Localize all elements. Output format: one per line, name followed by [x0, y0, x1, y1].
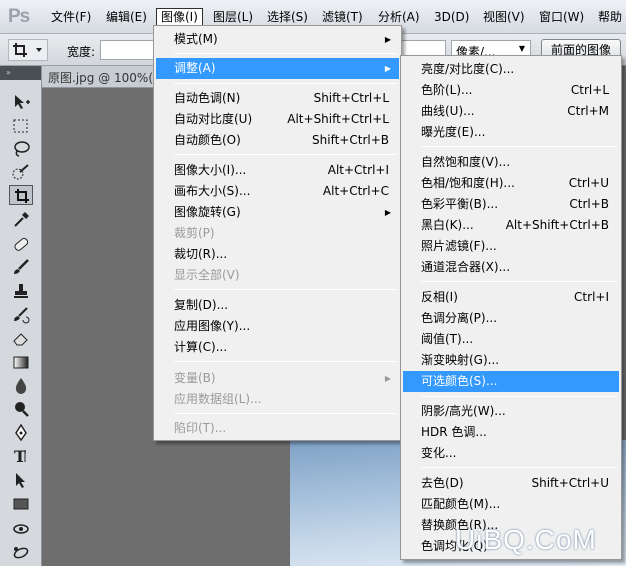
chevron-down-icon: ▼	[518, 44, 525, 53]
menu-separator	[174, 413, 397, 414]
gradient-tool-icon[interactable]	[9, 352, 33, 372]
image-menu-apply-image[interactable]: 应用图像(Y)...	[156, 316, 399, 337]
menu-separator	[174, 361, 397, 362]
image-menu-trap: 陷印(T)...	[174, 421, 227, 435]
adjust-selective-color[interactable]: 可选颜色(S)...	[403, 371, 619, 392]
menu-select[interactable]: 选择(S)	[263, 8, 312, 26]
document-tab[interactable]: 原图.jpg @ 100%(R	[48, 69, 161, 86]
pen-tool-icon[interactable]	[9, 423, 33, 443]
image-menu-auto-contrast[interactable]: 自动对比度(U) Alt+Shift+Ctrl+L	[156, 109, 399, 130]
move-tool-icon[interactable]	[9, 92, 33, 112]
3d-rotate-tool-icon[interactable]	[9, 519, 33, 539]
tool-panel: » T	[0, 66, 42, 566]
menu-file[interactable]: 文件(F)	[47, 8, 95, 26]
image-menu-apply-data-set: 应用数据组(L)...	[174, 392, 262, 406]
shape-tool-icon[interactable]	[9, 494, 33, 514]
healing-brush-tool-icon[interactable]	[9, 234, 33, 254]
3d-orbit-tool-icon[interactable]	[9, 542, 33, 562]
adjust-color-balance[interactable]: 色彩平衡(B)... Ctrl+B	[403, 194, 619, 215]
adjust-black-white[interactable]: 黑白(K)... Alt+Shift+Ctrl+B	[403, 215, 619, 236]
crop-tool-icon[interactable]	[9, 185, 33, 205]
menu-separator	[421, 146, 617, 147]
menu-layer[interactable]: 图层(L)	[209, 8, 257, 26]
menu-separator	[174, 53, 397, 54]
menu-separator	[421, 281, 617, 282]
quick-select-tool-icon[interactable]	[9, 162, 33, 182]
photoshop-logo: Ps	[8, 6, 30, 27]
adjust-gradient-map[interactable]: 渐变映射(G)...	[403, 350, 619, 371]
menu-window[interactable]: 窗口(W)	[535, 8, 588, 26]
clone-stamp-tool-icon[interactable]	[9, 281, 33, 301]
eyedropper-tool-icon[interactable]	[9, 209, 33, 229]
submenu-arrow-icon: ▶	[384, 64, 391, 73]
image-menu-auto-color[interactable]: 自动颜色(O) Shift+Ctrl+B	[156, 130, 399, 151]
menu-separator	[174, 289, 397, 290]
image-menu-calculations[interactable]: 计算(C)...	[156, 337, 399, 358]
menu-filter[interactable]: 滤镜(T)	[318, 8, 367, 26]
image-menu-crop: 裁剪(P)	[174, 226, 215, 240]
menu-view[interactable]: 视图(V)	[479, 8, 529, 26]
tool-panel-header[interactable]: »	[0, 66, 41, 80]
adjust-hdr-toning[interactable]: HDR 色调...	[403, 422, 619, 443]
submenu-arrow-icon: ▶	[384, 208, 391, 217]
adjust-curves[interactable]: 曲线(U)... Ctrl+M	[403, 101, 619, 122]
menu-separator	[421, 396, 617, 397]
adjust-levels[interactable]: 色阶(L)... Ctrl+L	[403, 80, 619, 101]
width-input[interactable]	[100, 40, 160, 60]
image-menu-auto-tone[interactable]: 自动色调(N) Shift+Ctrl+L	[156, 88, 399, 109]
menu-separator	[421, 467, 617, 468]
image-menu-image-rotation[interactable]: 图像旋转(G) ▶	[156, 202, 399, 223]
image-menu-trim[interactable]: 裁切(R)...	[156, 244, 399, 265]
adjust-variations[interactable]: 变化...	[403, 443, 619, 464]
image-menu-image-size[interactable]: 图像大小(I)... Alt+Ctrl+I	[156, 160, 399, 181]
image-menu-variables: 变量(B) ▶	[156, 368, 399, 389]
image-menu-reveal-all: 显示全部(V)	[174, 268, 240, 282]
menu-edit[interactable]: 编辑(E)	[102, 8, 151, 26]
menu-analysis[interactable]: 分析(A)	[374, 8, 424, 26]
dodge-tool-icon[interactable]	[9, 399, 33, 419]
type-tool-icon[interactable]: T	[9, 446, 33, 466]
adjust-desaturate[interactable]: 去色(D) Shift+Ctrl+U	[403, 473, 619, 494]
adjust-photo-filter[interactable]: 照片滤镜(F)...	[403, 236, 619, 257]
svg-text:T: T	[14, 447, 26, 465]
marquee-tool-icon[interactable]	[9, 116, 33, 136]
menu-3d[interactable]: 3D(D)	[430, 8, 473, 26]
image-menu-canvas-size[interactable]: 画布大小(S)... Alt+Ctrl+C	[156, 181, 399, 202]
image-menu-mode[interactable]: 模式(M) ▶	[156, 29, 399, 50]
document-tab-bar: 原图.jpg @ 100%(R	[42, 66, 162, 88]
adjust-vibrance[interactable]: 自然饱和度(V)...	[403, 152, 619, 173]
width-label: 宽度:	[67, 45, 96, 59]
menu-separator	[174, 83, 397, 84]
lasso-tool-icon[interactable]	[9, 139, 33, 159]
adjust-shadows-highlights[interactable]: 阴影/高光(W)...	[403, 401, 619, 422]
adjust-match-color[interactable]: 匹配颜色(M)...	[403, 494, 619, 515]
history-brush-tool-icon[interactable]	[9, 305, 33, 325]
submenu-arrow-icon: ▶	[384, 35, 391, 44]
adjust-invert[interactable]: 反相(I) Ctrl+I	[403, 287, 619, 308]
brush-tool-icon[interactable]	[9, 257, 33, 277]
menu-separator	[174, 154, 397, 155]
adjust-channel-mixer[interactable]: 通道混合器(X)...	[403, 257, 619, 278]
adjust-threshold[interactable]: 阈值(T)...	[403, 329, 619, 350]
watermark: UiBQ.CoM	[455, 524, 597, 555]
adjustments-submenu: 亮度/对比度(C)... 色阶(L)... Ctrl+L 曲线(U)... Ctrl…	[400, 55, 622, 560]
adjust-hue-saturation[interactable]: 色相/饱和度(H)... Ctrl+U	[403, 173, 619, 194]
tool-preset-picker[interactable]	[8, 39, 48, 61]
path-select-tool-icon[interactable]	[9, 470, 33, 490]
eraser-tool-icon[interactable]	[9, 328, 33, 348]
menu-help[interactable]: 帮助	[594, 8, 626, 26]
image-menu-duplicate[interactable]: 复制(D)...	[156, 295, 399, 316]
blur-tool-icon[interactable]	[9, 375, 33, 395]
crop-icon	[13, 43, 42, 57]
adjust-exposure[interactable]: 曝光度(E)...	[403, 122, 619, 143]
image-menu-adjustments[interactable]: 调整(A) ▶	[156, 58, 399, 79]
submenu-arrow-icon: ▶	[384, 374, 391, 383]
image-menu: 模式(M) ▶ 调整(A) ▶ 自动色调(N) Shift+Ctrl+L 自动对比度(…	[153, 25, 402, 441]
adjust-brightness-contrast[interactable]: 亮度/对比度(C)...	[403, 59, 619, 80]
menu-image[interactable]: 图像(I)	[156, 8, 203, 26]
adjust-posterize[interactable]: 色调分离(P)...	[403, 308, 619, 329]
